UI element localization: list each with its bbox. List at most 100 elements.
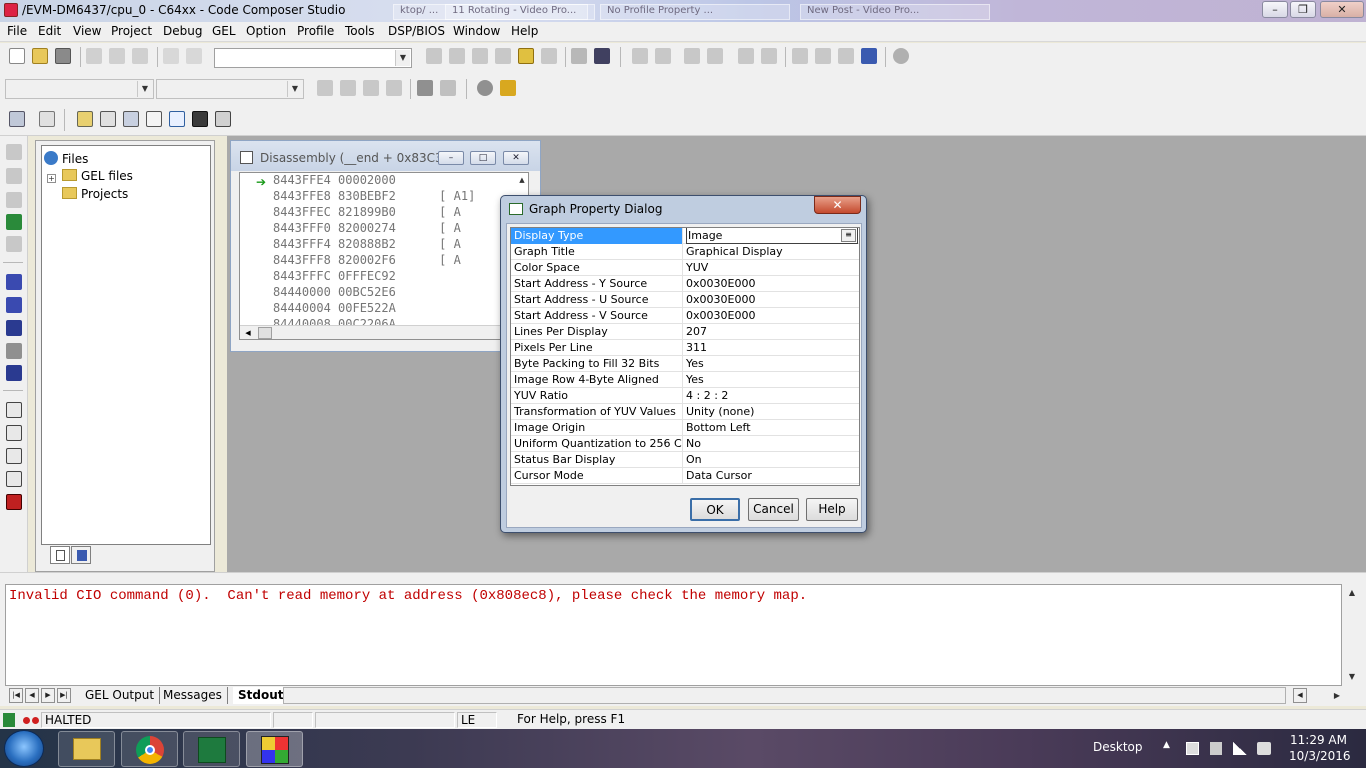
ok-button[interactable]: OK (690, 498, 740, 521)
memory-view-icon[interactable] (6, 402, 22, 418)
menu-dspbios[interactable]: DSP/BIOS (388, 24, 445, 38)
rebuild-all-icon[interactable] (363, 80, 379, 96)
menu-option[interactable]: Option (246, 24, 286, 38)
quick-watch-icon[interactable] (39, 111, 55, 127)
output-horizontal-scrollbar[interactable] (283, 687, 1286, 704)
stdout-text-area[interactable]: Invalid CIO command (0). Can't read memo… (5, 584, 1342, 686)
cancel-button[interactable]: Cancel (748, 498, 799, 521)
ccs-taskbar-button[interactable] (246, 731, 303, 767)
horizontal-scrollbar[interactable]: ◀ (240, 325, 528, 339)
asm-line[interactable]: 8443FFF8 820002F6 [ A (273, 253, 461, 267)
context-help-icon[interactable] (594, 48, 610, 64)
breakpoint-hand-icon[interactable] (417, 80, 433, 96)
property-row[interactable]: Image Row 4-Byte Aligned Yes (511, 372, 859, 388)
chrome-taskbar-button[interactable] (121, 731, 178, 767)
config-combo[interactable]: ▼ (156, 79, 304, 99)
incremental-build-icon[interactable] (340, 80, 356, 96)
tab-first-icon[interactable]: |◀ (9, 688, 23, 703)
find-prev-icon[interactable] (449, 48, 465, 64)
menu-window[interactable]: Window (453, 24, 500, 38)
background-window-tab[interactable]: 11 Rotating - Video Pro... (445, 4, 595, 20)
asm-step-into-icon[interactable] (6, 274, 22, 290)
tab-last-icon[interactable]: ▶| (57, 688, 71, 703)
menu-help[interactable]: Help (511, 24, 538, 38)
excel-taskbar-button[interactable] (183, 731, 240, 767)
chevron-down-icon[interactable]: ▼ (287, 81, 302, 97)
asm-line[interactable]: 8443FFF4 820888B2 [ A (273, 237, 461, 251)
property-row[interactable]: YUV Ratio 4 : 2 : 2 (511, 388, 859, 404)
chevron-down-icon[interactable]: ▼ (137, 81, 152, 97)
tab-stdout[interactable]: Stdout (233, 687, 290, 704)
menu-edit[interactable]: Edit (38, 24, 61, 38)
scroll-thumb[interactable] (258, 327, 272, 339)
run-to-cursor-icon[interactable] (861, 48, 877, 64)
property-row[interactable]: Status Bar Display On (511, 452, 859, 468)
step-over-icon[interactable] (815, 48, 831, 64)
bookmark-list-icon[interactable] (518, 48, 534, 64)
probe-point-icon[interactable] (477, 80, 493, 96)
scroll-down-icon[interactable]: ▼ (1344, 669, 1360, 685)
scroll-left-icon[interactable]: ◀ (1293, 688, 1307, 703)
run-icon[interactable] (6, 320, 22, 336)
menu-project[interactable]: Project (111, 24, 152, 38)
property-row[interactable]: Pixels Per Line 311 (511, 340, 859, 356)
mixed-mode-icon[interactable] (684, 48, 700, 64)
explorer-taskbar-button[interactable] (58, 731, 115, 767)
graph-icon[interactable] (169, 111, 185, 127)
cut-icon[interactable] (86, 48, 102, 64)
watch-window-icon[interactable] (9, 111, 25, 127)
property-row[interactable]: Byte Packing to Fill 32 Bits Yes (511, 356, 859, 372)
open-folder-icon[interactable] (32, 48, 48, 64)
chevron-down-icon[interactable]: ▼ (395, 50, 410, 66)
menu-profile[interactable]: Profile (297, 24, 334, 38)
profiler-icon[interactable] (893, 48, 909, 64)
bookmarks-tab[interactable] (71, 546, 91, 564)
menu-tools[interactable]: Tools (345, 24, 375, 38)
save-icon[interactable] (55, 48, 71, 64)
maximize-button[interactable]: ❐ (1290, 1, 1316, 18)
mdi-minimize-button[interactable]: – (438, 151, 464, 165)
tree-item-gel-files[interactable]: GEL files (62, 169, 133, 183)
tab-prev-icon[interactable]: ◀ (25, 688, 39, 703)
mdi-close-button[interactable]: ✕ (503, 151, 529, 165)
tab-gel-output[interactable]: GEL Output (80, 687, 161, 704)
memory-icon[interactable] (77, 111, 93, 127)
image-graph-icon[interactable] (192, 111, 208, 127)
print-icon[interactable] (571, 48, 587, 64)
clock-date[interactable]: 10/3/2016 (1289, 749, 1351, 763)
file-view-tab[interactable] (50, 546, 70, 564)
redo-icon[interactable] (186, 48, 202, 64)
clock-time[interactable]: 11:29 AM (1290, 733, 1347, 747)
halt-icon[interactable] (6, 343, 22, 359)
remove-breakpoints-icon[interactable] (440, 80, 456, 96)
step-out-icon[interactable] (6, 192, 22, 208)
stack-view-icon[interactable] (6, 471, 22, 487)
mdi-restore-button[interactable]: □ (470, 151, 496, 165)
property-row[interactable]: Start Address - U Source 0x0030E000 (511, 292, 859, 308)
asm-line[interactable]: 8443FFE4 00002000 (273, 173, 396, 187)
align-left-icon[interactable] (738, 48, 754, 64)
desktop-toolbar[interactable]: Desktop (1093, 740, 1143, 754)
property-row[interactable]: Graph Title Graphical Display (511, 244, 859, 260)
network-signal-icon[interactable] (1233, 742, 1247, 755)
tray-expand-icon[interactable]: ▲ (1163, 740, 1170, 750)
toggle-bookmark-icon[interactable] (472, 48, 488, 64)
new-file-icon[interactable] (9, 48, 25, 64)
device-icon[interactable] (1210, 742, 1222, 755)
step-into-icon[interactable] (792, 48, 808, 64)
stop-build-icon[interactable] (386, 80, 402, 96)
expand-icon[interactable]: + (47, 174, 56, 183)
run-to-cursor-icon[interactable] (6, 214, 22, 230)
menu-gel[interactable]: GEL (212, 24, 236, 38)
property-row[interactable]: Start Address - Y Source 0x0030E000 (511, 276, 859, 292)
asm-line[interactable]: 8443FFF0 82000274 [ A (273, 221, 461, 235)
property-row-display-type[interactable]: Display Type Image ≡ (511, 228, 859, 244)
menu-view[interactable]: View (73, 24, 101, 38)
property-value-dropdown[interactable]: Image ≡ (686, 228, 858, 244)
project-combo[interactable]: ▼ (5, 79, 154, 99)
windows-start-icon[interactable] (4, 730, 44, 767)
step-out-icon[interactable] (838, 48, 854, 64)
asm-line[interactable]: 8443FFFC 0FFFEC92 (273, 269, 396, 283)
asm-line[interactable]: 8443FFE8 830BEBF2 [ A1] (273, 189, 475, 203)
clear-bookmarks-icon[interactable] (541, 48, 557, 64)
